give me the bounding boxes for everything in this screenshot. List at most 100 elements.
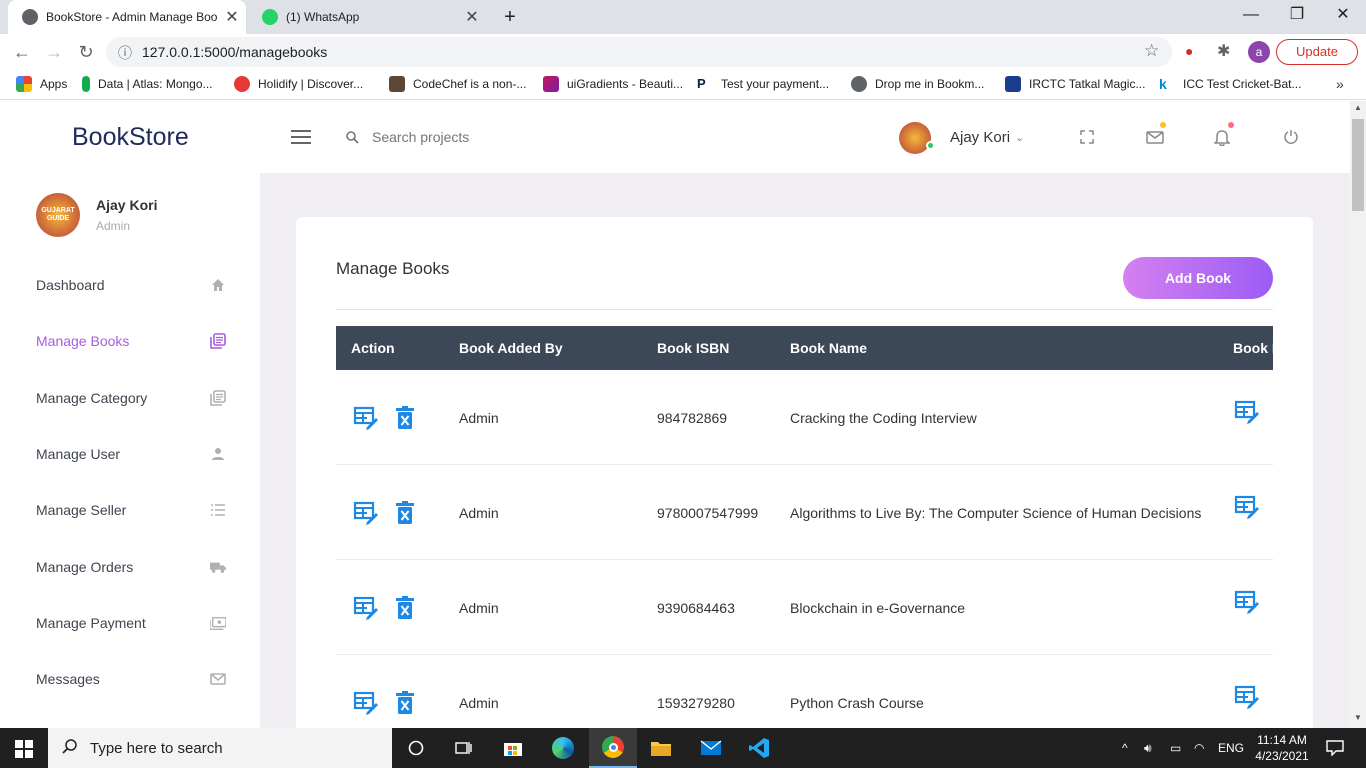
profile-avatar[interactable]: a xyxy=(1248,41,1270,63)
taskbar-search[interactable]: Type here to search xyxy=(48,728,392,768)
tab-whatsapp[interactable]: (1) WhatsApp ✕ xyxy=(248,0,486,34)
cell-added-by: Admin xyxy=(459,505,499,521)
minimize-icon[interactable]: — xyxy=(1228,0,1274,34)
new-tab-button[interactable]: + xyxy=(496,0,524,34)
bookmark-codechef[interactable]: CodeChef is a non-... xyxy=(389,76,526,92)
cell-isbn: 9780007547999 xyxy=(657,505,759,521)
home-icon xyxy=(210,277,226,293)
delete-icon[interactable] xyxy=(394,595,420,621)
close-tab-icon[interactable]: ✕ xyxy=(218,7,246,27)
cell-isbn: 9390684463 xyxy=(657,600,735,616)
close-window-icon[interactable]: ✕ xyxy=(1320,0,1366,34)
cell-added-by: Admin xyxy=(459,695,499,711)
cell-isbn: 984782869 xyxy=(657,410,728,426)
sidebar-avatar: GUJARAT GUIDE xyxy=(36,193,80,237)
scroll-up-icon[interactable]: ▲ xyxy=(1354,103,1362,112)
battery-icon[interactable]: ▭ xyxy=(1170,728,1181,768)
add-book-button[interactable]: Add Book xyxy=(1123,257,1273,299)
sidebar-item-dashboard[interactable]: Dashboard xyxy=(36,270,226,300)
bell-icon[interactable] xyxy=(1213,129,1231,151)
notification-badge xyxy=(1228,122,1234,128)
sidebar-item-manage-seller[interactable]: Manage Seller xyxy=(36,495,226,525)
windows-start-icon[interactable] xyxy=(15,740,33,763)
puzzle-icon[interactable]: ✱ xyxy=(1217,41,1230,61)
mail-app-icon[interactable] xyxy=(687,728,735,768)
sidebar-item-messages[interactable]: Messages xyxy=(36,664,226,694)
reload-icon[interactable]: ↻ xyxy=(72,38,100,66)
books-icon xyxy=(210,333,226,349)
holidify-icon xyxy=(234,76,250,92)
sidebar-user-role: Admin xyxy=(96,219,131,233)
restore-icon[interactable]: ❐ xyxy=(1274,0,1320,34)
language-indicator[interactable]: ENG xyxy=(1218,728,1244,768)
address-bar[interactable]: ⓘ 127.0.0.1:5000/managebooks ☆ xyxy=(106,37,1172,67)
tray-chevron-icon[interactable]: ^ xyxy=(1122,728,1128,768)
search-icon xyxy=(62,738,78,759)
edit-image-icon[interactable] xyxy=(1234,494,1260,520)
back-icon[interactable]: ← xyxy=(8,38,36,66)
mail-icon[interactable] xyxy=(1146,130,1164,149)
header-avatar[interactable] xyxy=(899,122,931,154)
forward-icon[interactable]: → xyxy=(40,38,68,66)
bookmark-holidify[interactable]: Holidify | Discover... xyxy=(234,76,363,92)
user-icon xyxy=(210,446,226,462)
sidebar-item-manage-books[interactable]: Manage Books xyxy=(36,326,226,356)
table-row: Admin 9780007547999 Algorithms to Live B… xyxy=(336,465,1273,560)
file-explorer-icon[interactable] xyxy=(637,728,685,768)
edit-image-icon[interactable] xyxy=(1234,399,1260,425)
bookmark-star-icon[interactable]: ☆ xyxy=(1144,41,1159,61)
fullscreen-icon[interactable] xyxy=(1080,130,1094,149)
sidebar-item-manage-user[interactable]: Manage User xyxy=(36,439,226,469)
delete-icon[interactable] xyxy=(394,405,420,431)
hamburger-menu-icon[interactable] xyxy=(291,129,311,150)
edit-icon[interactable] xyxy=(353,500,379,526)
close-tab-icon[interactable]: ✕ xyxy=(458,7,486,27)
brand-logo[interactable]: BookStore xyxy=(72,123,189,152)
url-text: 127.0.0.1:5000/managebooks xyxy=(142,44,328,60)
bookmark-icc[interactable]: k ICC Test Cricket-Bat... xyxy=(1159,76,1301,92)
sidebar-item-manage-orders[interactable]: Manage Orders xyxy=(36,552,226,582)
sidebar-item-manage-payment[interactable]: Manage Payment xyxy=(36,608,226,638)
power-icon[interactable] xyxy=(1283,129,1299,150)
bookmark-irctc[interactable]: IRCTC Tatkal Magic... xyxy=(1005,76,1145,92)
vertical-scrollbar[interactable]: ▲ ▼ xyxy=(1350,101,1366,728)
bookmark-mongo[interactable]: Data | Atlas: Mongo... xyxy=(82,76,213,92)
edit-image-icon[interactable] xyxy=(1234,589,1260,615)
edge-icon[interactable] xyxy=(539,728,587,768)
bookmarks-overflow-icon[interactable]: » xyxy=(1336,76,1344,92)
task-view-icon[interactable] xyxy=(440,728,488,768)
table-header: Action Book Added By Book ISBN Book Name… xyxy=(336,326,1273,370)
tab-bookstore[interactable]: BookStore - Admin Manage Boo ✕ xyxy=(8,0,246,34)
sidebar-item-manage-category[interactable]: Manage Category xyxy=(36,383,226,413)
clock[interactable]: 11:14 AM 4/23/2021 xyxy=(1252,728,1312,768)
info-icon[interactable]: ⓘ xyxy=(118,43,132,63)
edit-icon[interactable] xyxy=(353,690,379,716)
edit-icon[interactable] xyxy=(353,405,379,431)
scrollbar-thumb[interactable] xyxy=(1352,119,1364,211)
edit-icon[interactable] xyxy=(353,595,379,621)
volume-icon[interactable]: 🔊︎ xyxy=(1144,728,1152,768)
scroll-down-icon[interactable]: ▼ xyxy=(1354,713,1362,722)
bookmark-uigradients[interactable]: uiGradients - Beauti... xyxy=(543,76,683,92)
vscode-icon[interactable] xyxy=(735,728,783,768)
header-user-name[interactable]: Ajay Kori xyxy=(950,129,1010,146)
mail-icon xyxy=(210,671,226,687)
action-center-icon[interactable] xyxy=(1326,728,1344,768)
k-icon: k xyxy=(1159,76,1175,92)
wifi-icon[interactable]: ◠ xyxy=(1194,728,1204,768)
chevron-down-icon[interactable]: ⌄ xyxy=(1015,131,1024,144)
update-button[interactable]: Update xyxy=(1276,39,1358,65)
search-input[interactable] xyxy=(372,125,672,149)
extension-icon[interactable]: ● xyxy=(1185,43,1193,59)
bookmark-payment[interactable]: P Test your payment... xyxy=(697,76,829,92)
edit-image-icon[interactable] xyxy=(1234,684,1260,710)
store-icon[interactable] xyxy=(489,728,537,768)
cortana-icon[interactable] xyxy=(392,728,440,768)
chrome-icon[interactable] xyxy=(589,728,637,768)
divider xyxy=(336,309,1273,310)
delete-icon[interactable] xyxy=(394,500,420,526)
bookmark-apps[interactable]: Apps xyxy=(16,76,67,92)
delete-icon[interactable] xyxy=(394,690,420,716)
bookmark-dropme[interactable]: Drop me in Bookm... xyxy=(851,76,984,92)
tab-title: BookStore - Admin Manage Boo xyxy=(46,10,218,24)
